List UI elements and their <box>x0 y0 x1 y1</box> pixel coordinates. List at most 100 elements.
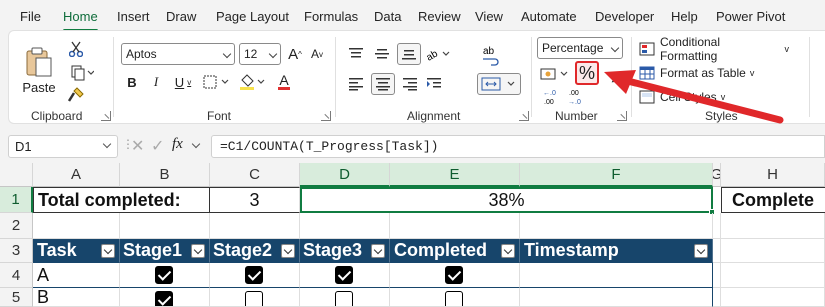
checkbox[interactable] <box>155 266 173 284</box>
tab-insert[interactable]: Insert <box>117 9 150 24</box>
cell-h2[interactable] <box>721 213 825 239</box>
cell-d5[interactable] <box>300 288 390 307</box>
cell-a4[interactable]: A <box>33 263 120 288</box>
column-header-e[interactable]: E <box>390 163 520 187</box>
table-header-stage2[interactable]: Stage2 <box>210 239 300 263</box>
column-header-a[interactable]: A <box>33 163 120 187</box>
table-header-timestamp[interactable]: Timestamp <box>520 239 713 263</box>
decrease-decimal-button[interactable]: .00 →.0 <box>565 87 587 107</box>
filter-dropdown-icon[interactable] <box>371 244 385 258</box>
row-header-2[interactable]: 2 <box>0 213 33 239</box>
copy-icon[interactable] <box>65 63 99 83</box>
tab-automate[interactable]: Automate <box>521 9 577 24</box>
wrap-text-button[interactable]: ab <box>479 43 505 67</box>
row-header-4[interactable]: 4 <box>0 263 33 288</box>
cell-g2[interactable] <box>713 213 721 239</box>
column-header-b[interactable]: B <box>120 163 210 187</box>
cell-c1[interactable]: 3 <box>210 187 300 213</box>
conditional-formatting-button[interactable]: Conditional Formatting v <box>639 35 789 63</box>
bold-button[interactable]: B <box>123 71 141 93</box>
cell-d2[interactable] <box>300 213 390 239</box>
tab-power-pivot[interactable]: Power Pivot <box>716 9 785 24</box>
cell-c4[interactable] <box>210 263 300 288</box>
cancel-icon[interactable]: ✕ <box>131 136 144 156</box>
merge-center-button[interactable] <box>477 73 521 95</box>
table-header-stage3[interactable]: Stage3 <box>300 239 390 263</box>
middle-align-button[interactable] <box>371 43 393 65</box>
cell-d4[interactable] <box>300 263 390 288</box>
cell-e4[interactable] <box>390 263 520 288</box>
cell-h5[interactable] <box>721 288 825 307</box>
cell-h4[interactable] <box>721 263 825 288</box>
checkbox[interactable] <box>245 266 263 284</box>
cell-c5[interactable] <box>210 288 300 307</box>
cell-e5[interactable] <box>390 288 520 307</box>
insert-function-icon[interactable]: fx <box>172 136 183 153</box>
cell-b4[interactable] <box>120 263 210 288</box>
filter-dropdown-icon[interactable] <box>281 244 295 258</box>
tab-help[interactable]: Help <box>671 9 698 24</box>
cell-e2[interactable] <box>390 213 520 239</box>
cell-a5[interactable]: B <box>33 288 120 307</box>
name-box[interactable]: D1 <box>8 135 118 158</box>
table-header-stage1[interactable]: Stage1 <box>120 239 210 263</box>
row-header-1[interactable]: 1 <box>0 187 33 213</box>
cell-g3[interactable] <box>713 239 721 263</box>
align-right-button[interactable] <box>399 73 421 95</box>
top-align-button[interactable] <box>345 43 367 65</box>
checkbox[interactable] <box>245 291 263 306</box>
checkbox[interactable] <box>335 291 353 306</box>
enter-icon[interactable]: ✓ <box>151 136 164 156</box>
cut-icon[interactable] <box>65 39 87 59</box>
decrease-font-size-button[interactable]: Av <box>307 43 327 65</box>
cell-h3[interactable] <box>721 239 825 263</box>
cell-g4[interactable] <box>713 263 721 288</box>
cell-f5[interactable] <box>520 288 713 307</box>
tab-draw[interactable]: Draw <box>166 9 196 24</box>
formula-input[interactable]: =C1/COUNTA(T_Progress[Task]) <box>211 135 825 158</box>
checkbox[interactable] <box>445 266 463 284</box>
font-size-dropdown[interactable]: 12 <box>239 43 281 65</box>
cell-h1[interactable]: Complete <box>721 187 825 213</box>
column-header-f[interactable]: F <box>520 163 713 187</box>
select-all-corner[interactable] <box>0 163 33 187</box>
cell-f2[interactable] <box>520 213 713 239</box>
fill-color-button[interactable] <box>237 71 267 93</box>
tab-data[interactable]: Data <box>374 9 401 24</box>
cell-g5[interactable] <box>713 288 721 307</box>
cell-c2[interactable] <box>210 213 300 239</box>
cell-a1[interactable]: Total completed: <box>33 187 210 213</box>
indent-button[interactable] <box>423 73 445 95</box>
underline-button[interactable]: Uv <box>169 71 197 93</box>
tab-view[interactable]: View <box>475 9 503 24</box>
checkbox[interactable] <box>335 266 353 284</box>
column-header-g[interactable]: G <box>713 163 721 187</box>
paste-button[interactable]: Paste <box>15 37 63 103</box>
format-painter-icon[interactable] <box>65 85 87 105</box>
row-header-5[interactable]: 5 <box>0 288 33 307</box>
accounting-format-button[interactable] <box>537 63 571 85</box>
font-launcher-icon[interactable] <box>321 111 331 121</box>
checkbox[interactable] <box>155 291 173 306</box>
cell-b2[interactable] <box>120 213 210 239</box>
cell-d1-merged[interactable]: 38% <box>300 187 713 213</box>
tab-review[interactable]: Review <box>418 9 461 24</box>
checkbox[interactable] <box>445 291 463 306</box>
number-format-dropdown[interactable]: Percentage <box>537 37 623 59</box>
table-header-completed[interactable]: Completed <box>390 239 520 263</box>
orientation-button[interactable]: ab <box>423 43 453 65</box>
bottom-align-button[interactable] <box>397 43 421 65</box>
table-header-task[interactable]: Task <box>33 239 120 263</box>
filter-dropdown-icon[interactable] <box>694 244 708 258</box>
tab-page-layout[interactable]: Page Layout <box>216 9 289 24</box>
filter-dropdown-icon[interactable] <box>191 244 205 258</box>
filter-dropdown-icon[interactable] <box>101 244 115 258</box>
tab-developer[interactable]: Developer <box>595 9 654 24</box>
increase-decimal-button[interactable]: ←.0.00 <box>539 87 561 107</box>
font-color-button[interactable]: A <box>269 71 299 93</box>
italic-button[interactable]: I <box>147 71 165 93</box>
align-left-button[interactable] <box>345 73 367 95</box>
row-header-3[interactable]: 3 <box>0 239 33 263</box>
column-header-c[interactable]: C <box>210 163 300 187</box>
borders-button[interactable] <box>201 71 233 93</box>
